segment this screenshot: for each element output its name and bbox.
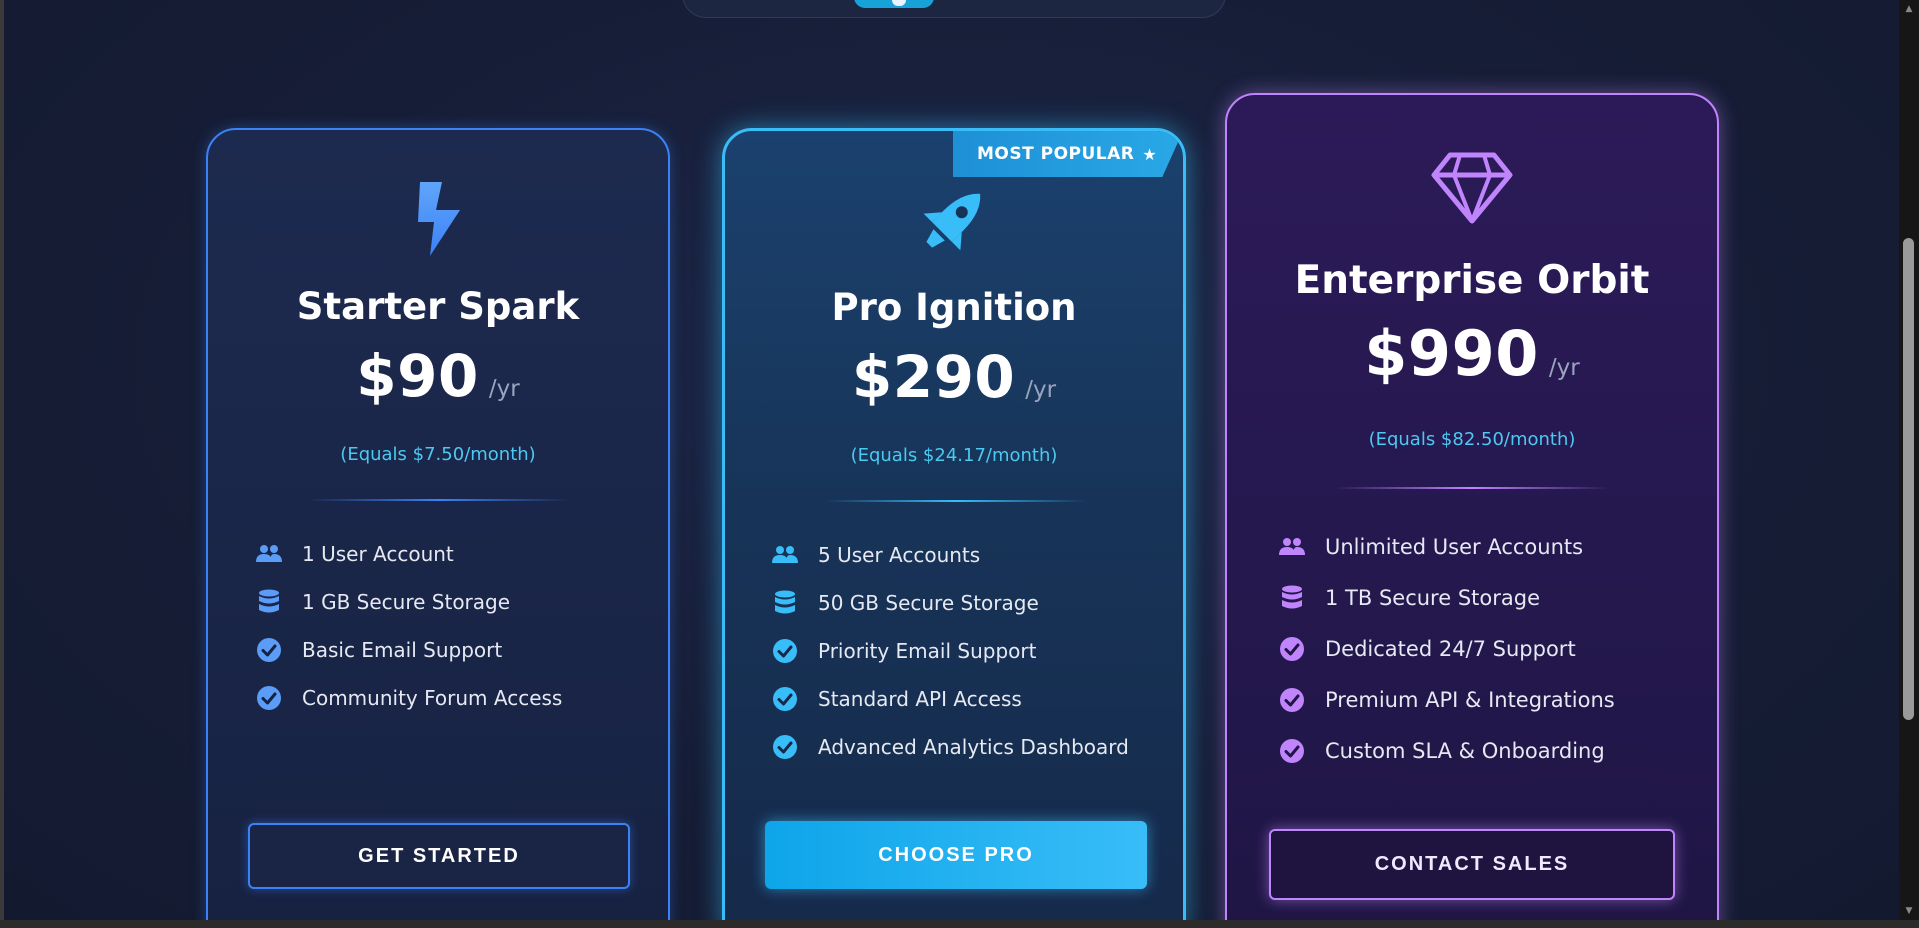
feature-text: 1 TB Secure Storage <box>1325 585 1540 610</box>
pricing-page: Starter Spark $90 /yr (Equals $7.50/mont… <box>4 0 1899 920</box>
plan-period: /yr <box>1025 377 1057 403</box>
feature-item: 1 User Account <box>256 530 562 578</box>
lightning-bolt-icon <box>208 180 668 258</box>
feature-item: Community Forum Access <box>256 674 562 722</box>
price-row: $990 /yr <box>1227 317 1717 390</box>
check-circle-icon <box>772 638 798 664</box>
billing-toggle-container <box>682 0 1226 18</box>
check-circle-icon <box>256 685 282 711</box>
badge-label: MOST POPULAR <box>977 144 1135 164</box>
feature-text: Dedicated 24/7 Support <box>1325 636 1576 661</box>
monthly-equivalent: (Equals $82.50/month) <box>1368 429 1576 450</box>
rocket-icon <box>725 181 1183 259</box>
scrollbar-thumb[interactable] <box>1903 238 1914 720</box>
feature-text: Community Forum Access <box>302 686 563 710</box>
users-icon <box>256 541 282 567</box>
database-icon <box>256 589 282 615</box>
most-popular-badge: MOST POPULAR ★ <box>953 131 1183 177</box>
plan-name: Enterprise Orbit <box>1294 258 1650 303</box>
feature-list: 1 User Account 1 GB Secure Storage Basic… <box>256 530 562 722</box>
feature-item: 1 GB Secure Storage <box>256 578 562 626</box>
database-icon <box>1279 585 1305 611</box>
feature-text: 1 User Account <box>302 542 454 566</box>
plan-period: /yr <box>488 376 520 402</box>
feature-item: Unlimited User Accounts <box>1279 521 1615 572</box>
database-icon <box>772 590 798 616</box>
price-row: $290 /yr <box>725 343 1183 411</box>
feature-text: 1 GB Secure Storage <box>302 590 511 614</box>
feature-text: Standard API Access <box>818 687 1022 711</box>
feature-item: 50 GB Secure Storage <box>772 579 1129 627</box>
feature-item: Dedicated 24/7 Support <box>1279 623 1615 674</box>
feature-text: Advanced Analytics Dashboard <box>818 735 1129 759</box>
feature-item: Priority Email Support <box>772 627 1129 675</box>
divider <box>1334 487 1610 489</box>
scroll-up-arrow-icon[interactable]: ▲ <box>1899 2 1919 16</box>
feature-item: Custom SLA & Onboarding <box>1279 725 1615 776</box>
feature-item: Basic Email Support <box>256 626 562 674</box>
divider <box>825 500 1087 502</box>
plan-card-pro: MOST POPULAR ★ Pro Ignition $290 /yr (Eq… <box>722 128 1186 920</box>
users-icon <box>1279 534 1305 560</box>
plan-name: Starter Spark <box>296 285 580 328</box>
plan-price: $90 <box>356 342 479 410</box>
scroll-down-arrow-icon[interactable]: ▼ <box>1899 904 1919 918</box>
plan-period: /yr <box>1548 355 1580 381</box>
feature-item: Premium API & Integrations <box>1279 674 1615 725</box>
window-bottom-edge <box>0 920 1919 928</box>
feature-text: Priority Email Support <box>818 639 1037 663</box>
check-circle-icon <box>772 686 798 712</box>
diamond-icon <box>1227 151 1717 225</box>
get-started-button[interactable]: GET STARTED <box>248 823 630 889</box>
divider <box>308 499 570 501</box>
users-icon <box>772 542 798 568</box>
feature-text: Unlimited User Accounts <box>1325 534 1584 559</box>
contact-sales-button[interactable]: CONTACT SALES <box>1269 829 1675 900</box>
feature-text: 50 GB Secure Storage <box>818 591 1039 615</box>
plan-card-enterprise: Enterprise Orbit $990 /yr (Equals $82.50… <box>1225 93 1719 920</box>
feature-list: Unlimited User Accounts 1 TB Secure Stor… <box>1279 521 1615 776</box>
check-circle-icon <box>1279 687 1305 713</box>
feature-text: Basic Email Support <box>302 638 503 662</box>
star-icon: ★ <box>1142 144 1158 164</box>
feature-item: 5 User Accounts <box>772 531 1129 579</box>
feature-text: 5 User Accounts <box>818 543 981 567</box>
feature-item: 1 TB Secure Storage <box>1279 572 1615 623</box>
feature-item: Advanced Analytics Dashboard <box>772 723 1129 771</box>
check-circle-icon <box>772 734 798 760</box>
plan-price: $290 <box>851 343 1016 411</box>
check-circle-icon <box>256 637 282 663</box>
check-circle-icon <box>1279 636 1305 662</box>
check-circle-icon <box>1279 738 1305 764</box>
plan-price: $990 <box>1364 317 1539 390</box>
monthly-equivalent: (Equals $24.17/month) <box>850 445 1058 466</box>
feature-text: Premium API & Integrations <box>1325 687 1615 712</box>
plan-name: Pro Ignition <box>831 286 1077 329</box>
price-row: $90 /yr <box>208 342 668 410</box>
plan-card-starter: Starter Spark $90 /yr (Equals $7.50/mont… <box>206 128 670 920</box>
feature-item: Standard API Access <box>772 675 1129 723</box>
feature-text: Custom SLA & Onboarding <box>1325 738 1605 763</box>
monthly-equivalent: (Equals $7.50/month) <box>340 444 536 465</box>
choose-pro-button[interactable]: CHOOSE PRO <box>765 821 1147 889</box>
feature-list: 5 User Accounts 50 GB Secure Storage Pri… <box>772 531 1129 771</box>
